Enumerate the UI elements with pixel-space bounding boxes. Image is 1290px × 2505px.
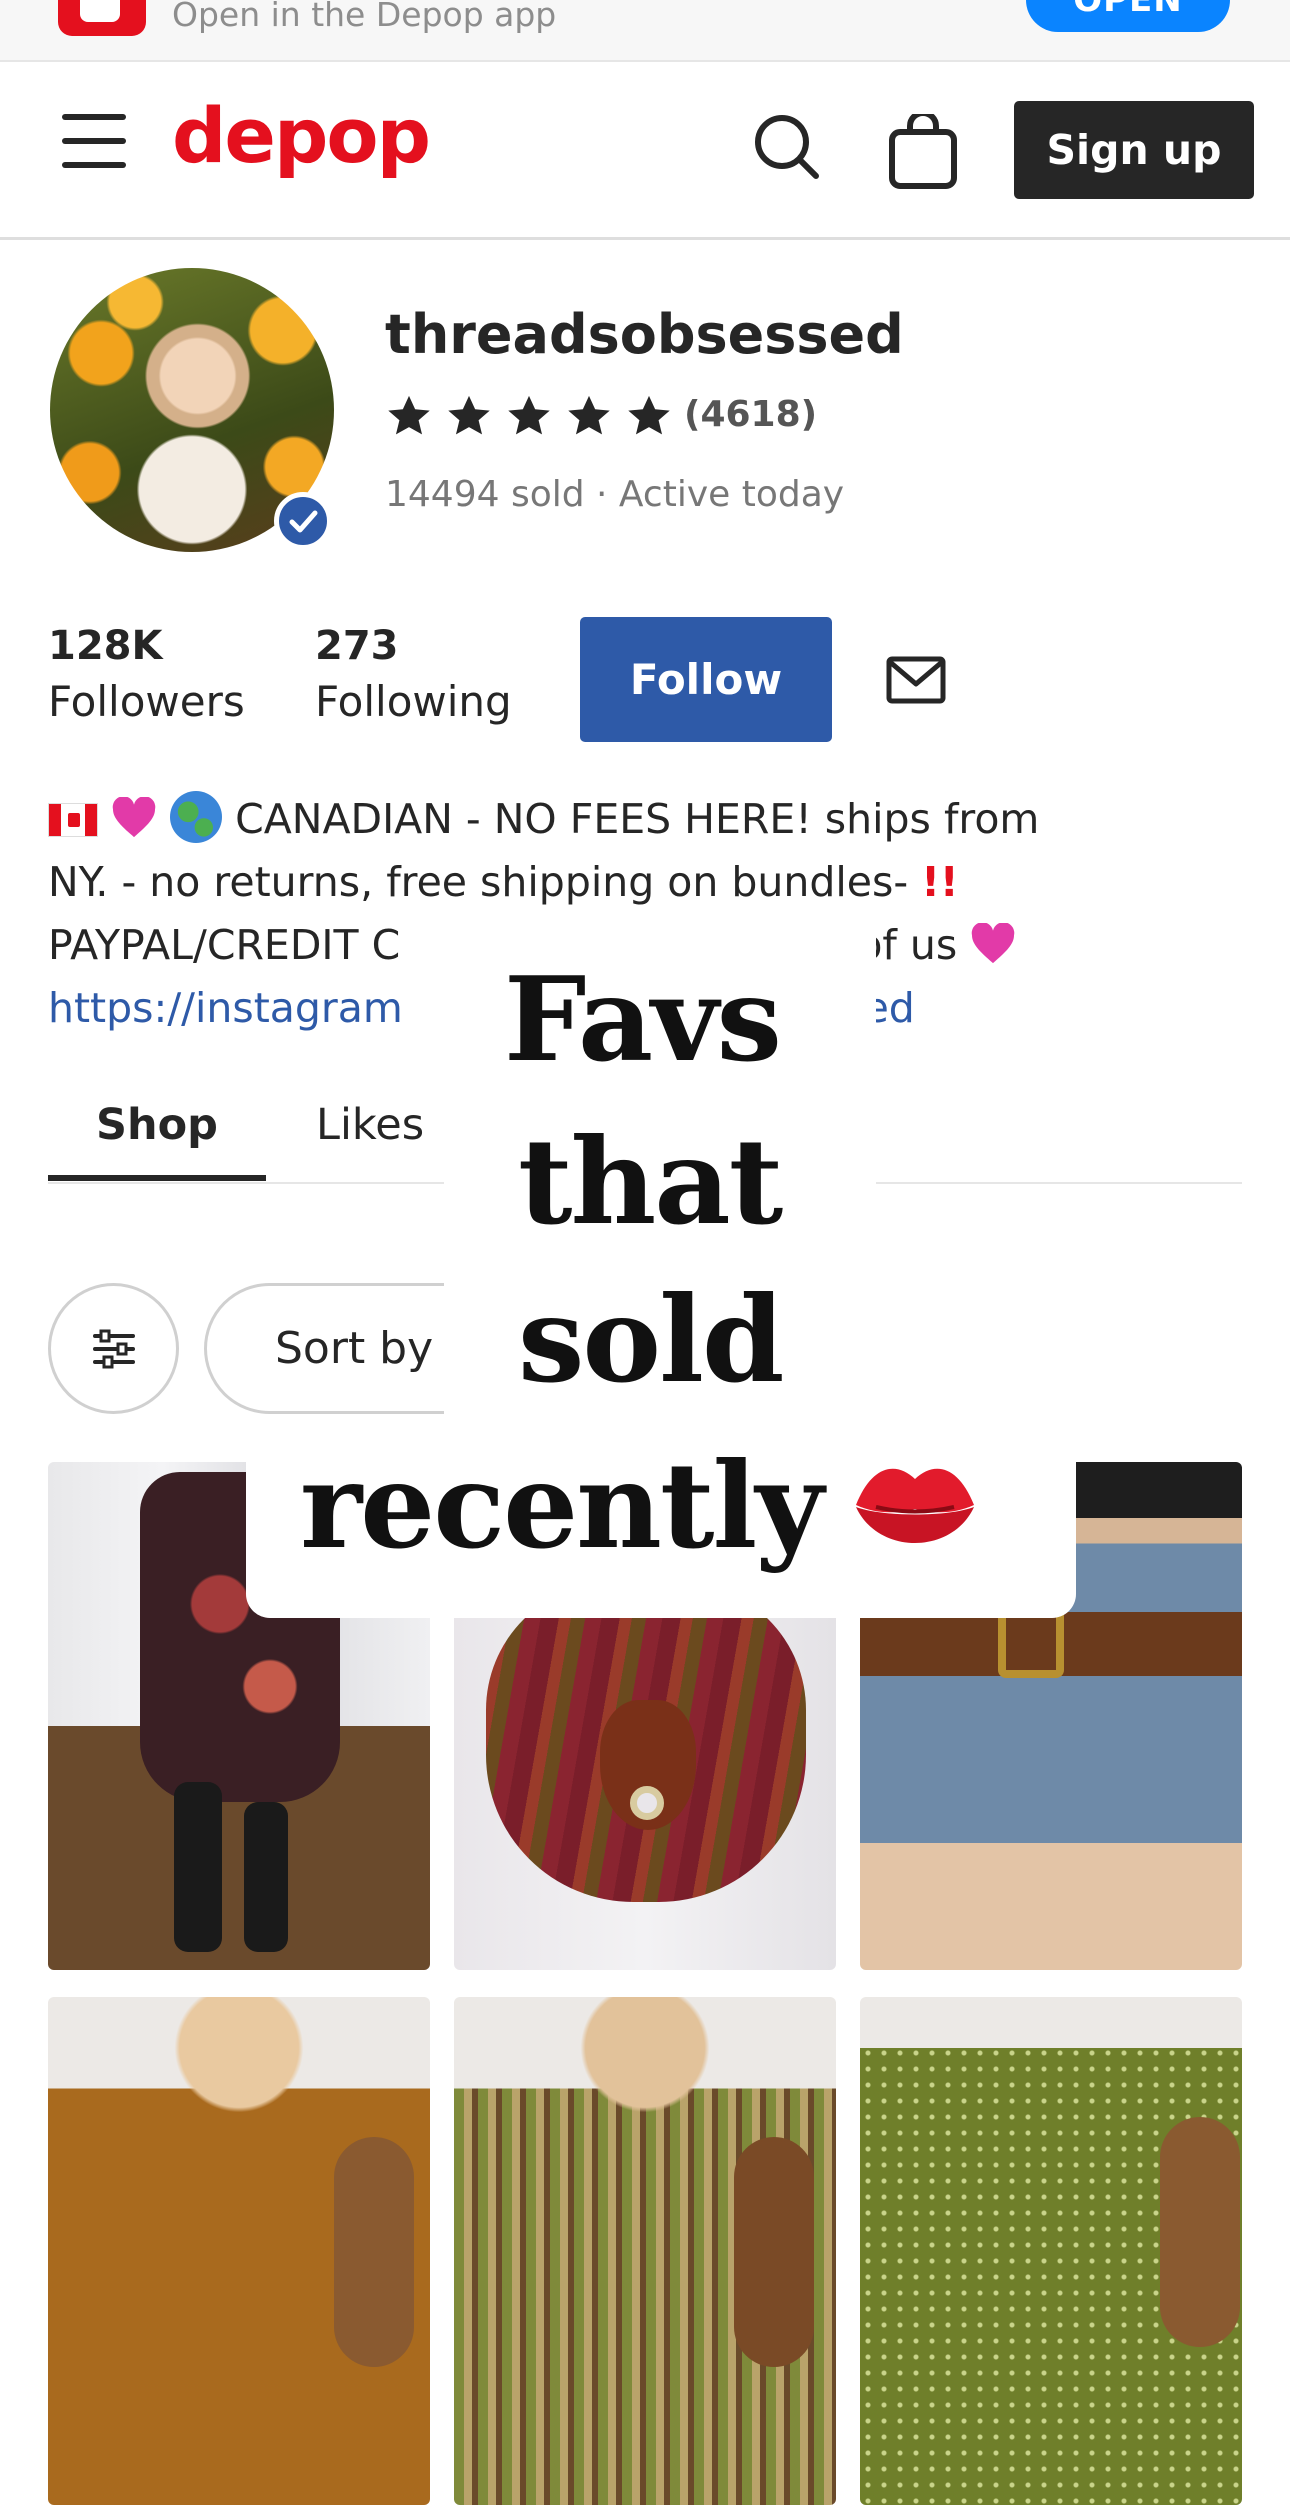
banner-text: Open in the Depop app <box>172 0 557 34</box>
filter-icon <box>93 1329 135 1369</box>
search-icon[interactable] <box>754 114 820 180</box>
bio-text-1: CANADIAN - NO FEES HERE! ships from <box>222 795 1040 843</box>
lips-emoji <box>856 1468 974 1543</box>
verified-icon <box>274 492 332 550</box>
heart-emoji <box>112 797 156 838</box>
sticker-line-3: sold <box>518 1270 784 1409</box>
bio-link-left[interactable]: https://instagram <box>48 984 403 1032</box>
star-icon <box>388 395 430 435</box>
heart-emoji <box>972 923 1015 964</box>
globe-emoji <box>170 791 223 843</box>
sign-up-button[interactable]: Sign up <box>1014 101 1254 199</box>
sticker-line-4: recently <box>300 1436 824 1575</box>
follow-button[interactable]: Follow <box>580 617 832 742</box>
following-stat[interactable]: 273 Following <box>315 622 512 734</box>
bio-text-3-left: PAYPAL/CREDIT C <box>48 921 401 969</box>
site-header: depop Sign up <box>0 62 1290 240</box>
followers-stat[interactable]: 128K Followers <box>48 622 245 734</box>
canada-flag <box>48 803 98 837</box>
double-exclamation-emoji: !! <box>921 858 959 906</box>
following-count: 273 <box>315 623 399 669</box>
tab-shop[interactable]: Shop <box>96 1100 218 1150</box>
username: threadsobsessed <box>385 303 904 366</box>
mail-icon[interactable] <box>886 656 946 704</box>
product-tile-green-shirt[interactable] <box>860 1997 1242 2505</box>
bio-line-2: NY. - no returns, free shipping on bundl… <box>48 851 1248 914</box>
followers-count: 128K <box>48 623 163 669</box>
followers-label: Followers <box>48 677 245 726</box>
tab-likes[interactable]: Likes <box>316 1100 424 1150</box>
product-tile-knit-top[interactable] <box>48 1997 430 2505</box>
star-icon <box>448 395 490 435</box>
review-count[interactable]: (4618) <box>684 394 817 435</box>
bag-icon[interactable] <box>888 114 958 190</box>
star-icon <box>568 395 610 435</box>
following-label: Following <box>315 677 512 726</box>
sold-and-activity: 14494 sold · Active today <box>385 474 845 515</box>
depop-logo[interactable]: depop <box>172 98 431 174</box>
depop-app-icon <box>58 0 146 36</box>
bio-line-1: CANADIAN - NO FEES HERE! ships from <box>48 788 1248 851</box>
bio-text-2: NY. - no returns, free shipping on bundl… <box>48 858 922 906</box>
open-app-button[interactable]: OPEN <box>1026 0 1230 32</box>
sticker-line-2: that <box>518 1112 783 1251</box>
filter-button[interactable] <box>48 1283 179 1414</box>
star-icon <box>508 395 550 435</box>
menu-icon[interactable] <box>62 114 126 168</box>
rating-stars[interactable] <box>385 393 685 443</box>
star-icon <box>628 395 670 435</box>
app-banner: Open in the Depop app OPEN <box>0 0 1290 62</box>
product-tile-striped-shirt[interactable] <box>454 1997 836 2505</box>
sticker-line-1: Favs <box>504 952 782 1088</box>
active-tab-indicator <box>48 1175 266 1181</box>
